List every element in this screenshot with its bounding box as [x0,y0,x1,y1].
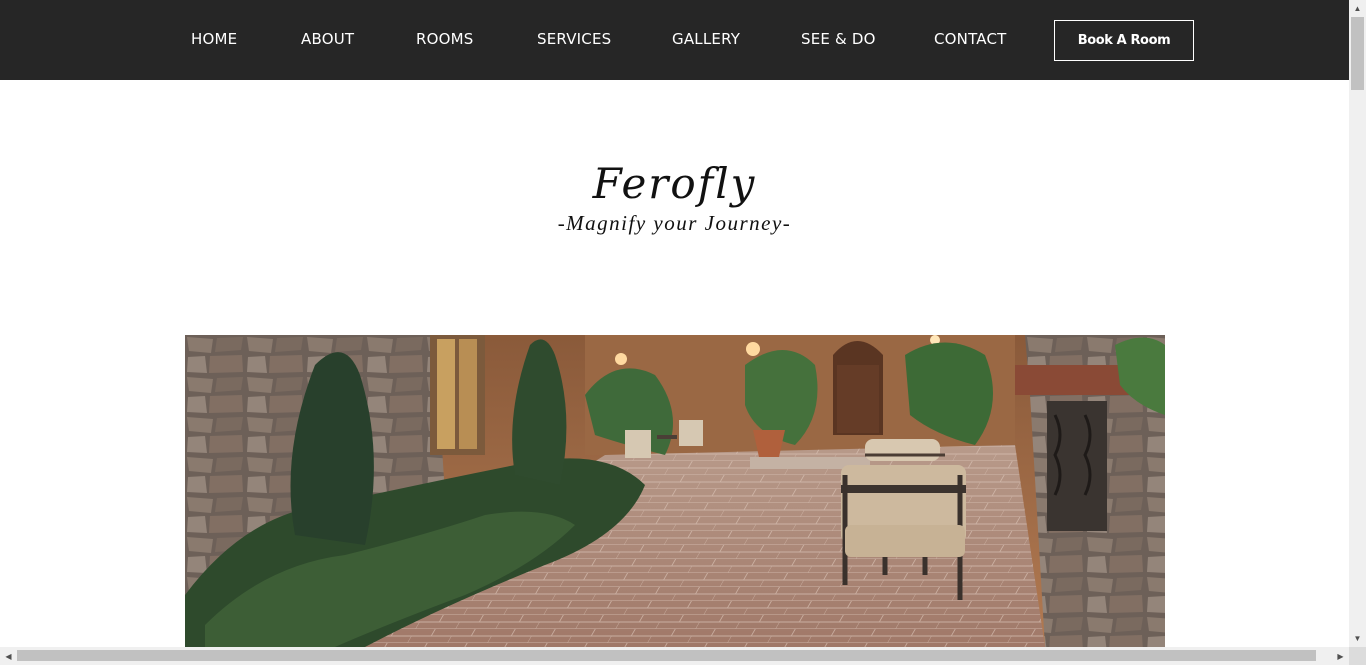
site-title: Ferofly [592,159,757,208]
nav-services[interactable]: SERVICES [537,29,611,49]
vertical-scroll-thumb[interactable] [1351,17,1364,90]
scrollbar-corner [1349,647,1366,665]
site-tagline: -Magnify your Journey- [557,211,792,235]
horizontal-scrollbar[interactable]: ◀ ▶ [0,647,1349,665]
hero-image [185,335,1165,647]
nav-home[interactable]: HOME [191,29,237,49]
nav-contact[interactable]: CONTACT [934,29,1007,49]
scroll-left-arrow-icon[interactable]: ◀ [0,647,17,665]
courtyard-photo [185,335,1165,647]
top-navbar: HOME ABOUT ROOMS SERVICES GALLERY SEE & … [0,0,1349,80]
nav-rooms[interactable]: ROOMS [416,29,474,49]
horizontal-scroll-thumb[interactable] [17,650,1316,661]
scroll-up-arrow-icon[interactable]: ▲ [1349,0,1366,17]
page-viewport: HOME ABOUT ROOMS SERVICES GALLERY SEE & … [0,0,1349,647]
nav-gallery[interactable]: GALLERY [672,29,740,49]
book-room-button[interactable]: Book A Room [1054,20,1194,61]
nav-see-and-do[interactable]: SEE & DO [801,29,876,49]
nav-about[interactable]: ABOUT [301,29,354,49]
vertical-scrollbar[interactable]: ▲ ▼ [1349,0,1366,647]
scroll-down-arrow-icon[interactable]: ▼ [1349,630,1366,647]
scroll-right-arrow-icon[interactable]: ▶ [1332,647,1349,665]
